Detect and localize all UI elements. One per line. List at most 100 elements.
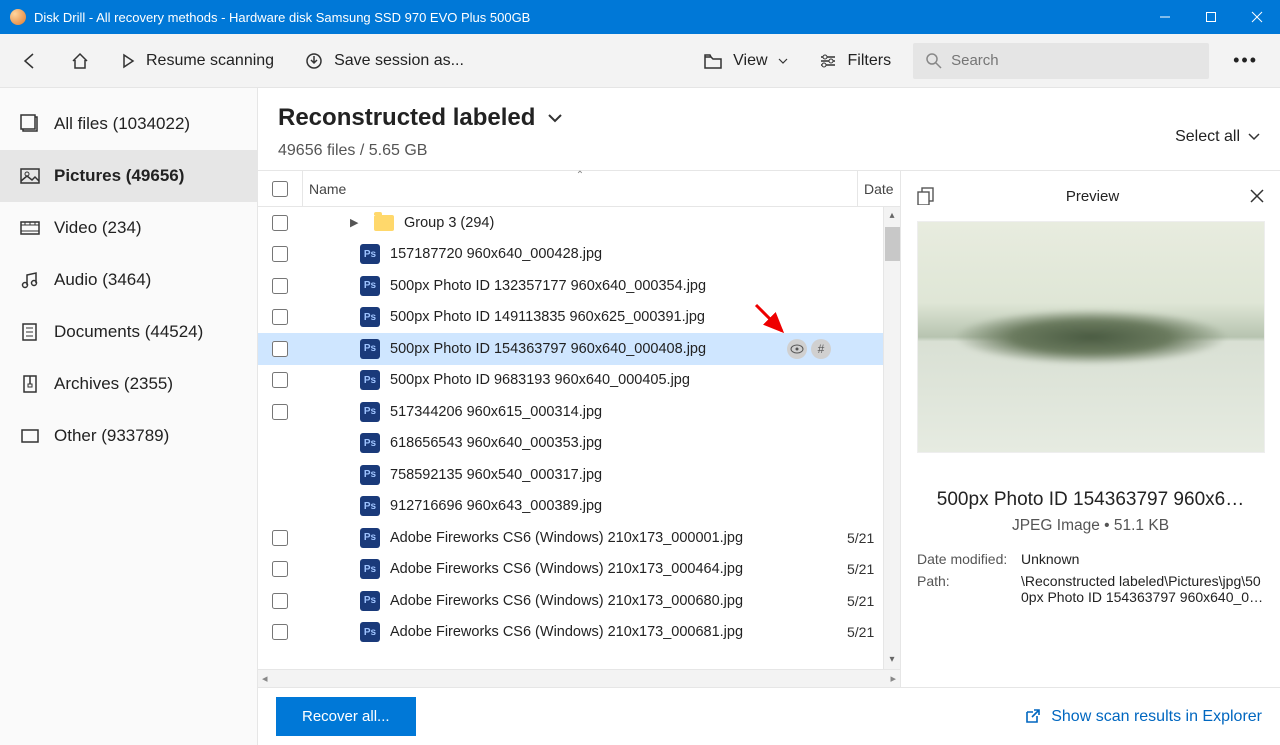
video-icon — [20, 218, 40, 238]
toolbar: Resume scanning Save session as... View … — [0, 34, 1280, 88]
recover-all-button[interactable]: Recover all... — [276, 697, 416, 736]
file-row[interactable]: Ps517344206 960x615_000314.jpg — [258, 396, 883, 428]
preview-eye-icon[interactable] — [787, 339, 807, 359]
show-in-explorer-link[interactable]: Show scan results in Explorer — [1023, 708, 1262, 726]
column-date[interactable]: Date — [858, 181, 900, 197]
file-row[interactable]: Ps500px Photo ID 154363797 960x640_00040… — [258, 333, 883, 365]
external-link-icon — [1023, 708, 1041, 726]
minimize-button[interactable] — [1142, 0, 1188, 34]
file-row[interactable]: PsAdobe Fireworks CS6 (Windows) 210x173_… — [258, 522, 883, 554]
file-row[interactable]: Ps500px Photo ID 149113835 960x625_00039… — [258, 302, 883, 334]
close-preview-icon[interactable] — [1250, 189, 1264, 203]
sidebar-item-label: Documents (44524) — [54, 322, 203, 342]
pictures-icon — [20, 166, 40, 186]
resume-scan-button[interactable]: Resume scanning — [112, 46, 282, 76]
file-row[interactable]: Ps758592135 960x540_000317.jpg — [258, 459, 883, 491]
folder-row[interactable]: ▶ Group 3 (294) — [258, 207, 883, 239]
row-checkbox[interactable] — [272, 278, 288, 294]
file-row[interactable]: PsAdobe Fireworks CS6 (Windows) 210x173_… — [258, 585, 883, 617]
scroll-left-icon[interactable]: ◂ — [262, 672, 268, 685]
horizontal-scrollbar[interactable]: ◂ ▸ — [258, 669, 900, 687]
content-title: Reconstructed labeled — [278, 104, 535, 132]
scroll-up-icon[interactable]: ▴ — [889, 207, 894, 225]
other-icon — [20, 426, 40, 446]
sidebar-item-documents[interactable]: Documents (44524) — [0, 306, 257, 358]
date-cell: 5/21 — [841, 530, 883, 546]
footer: Recover all... Show scan results in Expl… — [258, 687, 1280, 745]
row-checkbox[interactable] — [272, 561, 288, 577]
sidebar-item-files[interactable]: All files (1034022) — [0, 98, 257, 150]
scroll-down-icon[interactable]: ▾ — [889, 651, 894, 669]
file-name: 517344206 960x615_000314.jpg — [390, 404, 602, 420]
name-cell: Ps517344206 960x615_000314.jpg — [302, 402, 841, 422]
name-cell: Ps500px Photo ID 9683193 960x640_000405.… — [302, 370, 841, 390]
file-row[interactable]: PsAdobe Fireworks CS6 (Windows) 210x173_… — [258, 554, 883, 586]
back-button[interactable] — [12, 45, 48, 77]
sidebar-item-other[interactable]: Other (933789) — [0, 410, 257, 462]
row-checkbox[interactable] — [272, 215, 288, 231]
filters-button[interactable]: Filters — [810, 46, 900, 76]
row-checkbox[interactable] — [272, 341, 288, 357]
path-value: \Reconstructed labeled\Pictures\jpg\500p… — [1021, 573, 1264, 605]
vertical-scrollbar[interactable]: ▴ ▾ — [883, 207, 900, 669]
name-cell: Ps500px Photo ID 154363797 960x640_00040… — [302, 339, 841, 359]
row-checkbox[interactable] — [272, 246, 288, 262]
view-button[interactable]: View — [695, 46, 795, 76]
file-row[interactable]: Ps157187720 960x640_000428.jpg — [258, 239, 883, 271]
search-input[interactable] — [951, 52, 1197, 69]
maximize-button[interactable] — [1188, 0, 1234, 34]
ps-file-icon: Ps — [360, 528, 380, 548]
hash-icon[interactable]: # — [811, 339, 831, 359]
chevron-down-icon[interactable] — [547, 110, 563, 126]
more-button[interactable]: ••• — [1223, 50, 1268, 71]
chevron-down-icon — [1248, 131, 1260, 143]
scroll-thumb[interactable] — [885, 227, 900, 261]
file-row[interactable]: Ps500px Photo ID 132357177 960x640_00035… — [258, 270, 883, 302]
row-checkbox[interactable] — [272, 624, 288, 640]
ps-file-icon: Ps — [360, 276, 380, 296]
row-checkbox[interactable] — [272, 372, 288, 388]
sidebar-item-label: Video (234) — [54, 218, 142, 238]
preview-meta: JPEG Image • 51.1 KB — [917, 517, 1264, 535]
file-row[interactable]: PsAdobe Fireworks CS6 (Windows) 210x173_… — [258, 617, 883, 649]
row-checkbox[interactable] — [272, 593, 288, 609]
sliders-icon — [818, 52, 838, 70]
name-cell: PsAdobe Fireworks CS6 (Windows) 210x173_… — [302, 622, 841, 642]
row-checkbox[interactable] — [272, 404, 288, 420]
sidebar-item-video[interactable]: Video (234) — [0, 202, 257, 254]
preview-image — [917, 221, 1265, 453]
row-checkbox[interactable] — [272, 530, 288, 546]
ps-file-icon: Ps — [360, 370, 380, 390]
expand-icon[interactable]: ▶ — [350, 216, 364, 229]
window-title: Disk Drill - All recovery methods - Hard… — [34, 10, 1142, 25]
search-box[interactable] — [913, 43, 1209, 79]
sidebar-item-audio[interactable]: Audio (3464) — [0, 254, 257, 306]
ps-file-icon: Ps — [360, 339, 380, 359]
sort-indicator-icon: ⌃ — [576, 170, 584, 181]
sidebar-item-pictures[interactable]: Pictures (49656) — [0, 150, 257, 202]
select-all-button[interactable]: Select all — [1175, 128, 1260, 146]
select-all-label: Select all — [1175, 128, 1240, 146]
ps-file-icon: Ps — [360, 244, 380, 264]
name-cell: PsAdobe Fireworks CS6 (Windows) 210x173_… — [302, 591, 841, 611]
close-button[interactable] — [1234, 0, 1280, 34]
name-cell: PsAdobe Fireworks CS6 (Windows) 210x173_… — [302, 559, 841, 579]
copy-icon[interactable] — [917, 187, 935, 205]
home-button[interactable] — [62, 45, 98, 77]
name-cell: Ps500px Photo ID 149113835 960x625_00039… — [302, 307, 841, 327]
ps-file-icon: Ps — [360, 307, 380, 327]
ps-file-icon: Ps — [360, 622, 380, 642]
sidebar-item-archives[interactable]: Archives (2355) — [0, 358, 257, 410]
select-all-checkbox[interactable] — [272, 181, 288, 197]
file-name: Group 3 (294) — [404, 215, 494, 231]
sidebar-item-label: Other (933789) — [54, 426, 169, 446]
file-row[interactable]: Ps912716696 960x643_000389.jpg — [258, 491, 883, 523]
scroll-right-icon[interactable]: ▸ — [890, 672, 896, 685]
save-session-label: Save session as... — [334, 52, 464, 70]
file-row[interactable]: Ps500px Photo ID 9683193 960x640_000405.… — [258, 365, 883, 397]
documents-icon — [20, 322, 40, 342]
row-checkbox[interactable] — [272, 309, 288, 325]
file-row[interactable]: Ps618656543 960x640_000353.jpg — [258, 428, 883, 460]
column-name[interactable]: ⌃ Name — [302, 171, 858, 206]
save-session-button[interactable]: Save session as... — [296, 45, 472, 77]
